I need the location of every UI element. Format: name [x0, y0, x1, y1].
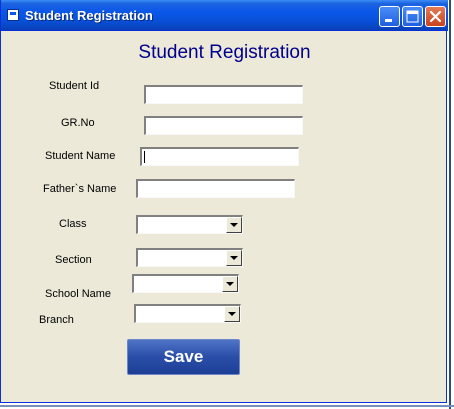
minimize-icon	[385, 19, 392, 22]
section-label: Section	[55, 254, 92, 266]
branch-label: Branch	[39, 314, 74, 326]
father-name-label: Father`s Name	[43, 183, 117, 195]
school-name-dropdown[interactable]	[132, 274, 239, 293]
branch-dropdown[interactable]	[134, 304, 241, 323]
gr-no-label: GR.No	[61, 117, 95, 129]
chevron-down-icon	[230, 223, 238, 227]
maximize-button[interactable]	[402, 6, 423, 27]
minimize-button[interactable]	[379, 6, 400, 27]
chevron-down-icon	[228, 312, 236, 316]
father-name-input[interactable]	[136, 179, 295, 198]
school-name-dropdown-button[interactable]	[222, 276, 238, 292]
class-dropdown-button[interactable]	[226, 217, 242, 233]
background-window-edge-bottom	[0, 405, 454, 407]
class-dropdown[interactable]	[136, 215, 243, 234]
student-name-input[interactable]	[140, 147, 299, 166]
gr-no-input[interactable]	[144, 116, 303, 135]
student-id-input[interactable]	[144, 85, 303, 104]
school-name-label: School Name	[45, 288, 112, 300]
chevron-down-icon	[226, 282, 234, 286]
maximize-icon	[406, 10, 419, 23]
text-caret	[144, 151, 145, 163]
class-label: Class	[59, 218, 87, 230]
app-window-icon[interactable]	[7, 9, 19, 21]
student-id-label: Student Id	[49, 80, 100, 92]
section-dropdown-button[interactable]	[226, 250, 242, 266]
close-icon	[429, 10, 442, 23]
window-title: Student Registration	[25, 8, 153, 23]
student-registration-window: Student Registration Student Registratio…	[0, 0, 448, 403]
branch-dropdown-button[interactable]	[224, 306, 240, 322]
section-dropdown[interactable]	[136, 248, 243, 267]
student-name-label: Student Name	[45, 150, 116, 162]
title-bar[interactable]: Student Registration	[1, 0, 448, 31]
chevron-down-icon	[230, 256, 238, 260]
background-window-edge	[449, 0, 451, 409]
form-heading: Student Registration	[138, 42, 311, 63]
close-button[interactable]	[425, 6, 446, 27]
save-button[interactable]: Save	[127, 339, 240, 375]
